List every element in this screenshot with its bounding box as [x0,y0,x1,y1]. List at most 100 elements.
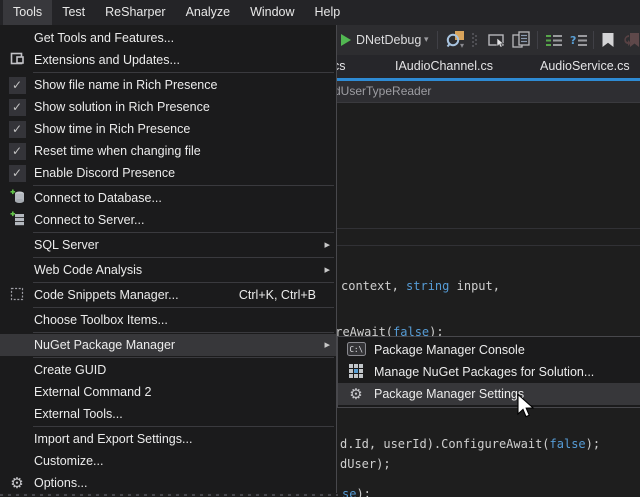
menu-item-show-time-in-rich-presence[interactable]: ✓Show time in Rich Presence [0,118,336,140]
editor[interactable]: context, string input,ureAwait(false);d.… [337,103,640,497]
submenu-arrow-icon: ▸ [324,259,330,281]
menu-item-label: NuGet Package Manager [34,338,175,352]
editor-divider-line [337,245,640,246]
menu-item-show-solution-in-rich-presence[interactable]: ✓Show solution in Rich Presence [0,96,336,118]
menu-item-connect-to-server[interactable]: Connect to Server... [0,209,336,231]
menu-item-customize[interactable]: Customize... [0,450,336,472]
submenu-arrow-icon: ▸ [324,234,330,256]
svg-text:?: ? [570,34,576,47]
tab-audioservice-cs[interactable]: AudioService.cs [540,55,630,78]
code-line-1: context, string input, [341,279,500,294]
visual-studio-window: ToolsTestReSharperAnalyzeWindowHelp DNet… [0,0,640,497]
submenu-item-manage-nuget-packages-for-solution[interactable]: Manage NuGet Packages for Solution... [338,361,640,383]
menu-item-choose-toolbox-items[interactable]: Choose Toolbox Items... [0,309,336,331]
menu-item-code-snippets-manager[interactable]: Code Snippets Manager...Ctrl+K, Ctrl+B [0,284,336,306]
menu-item-gutter: ⚙ [0,476,34,491]
copy-structure-icon[interactable] [512,31,531,54]
tab-cs[interactable]: cs [337,55,346,78]
comment-lines-icon[interactable] [545,34,563,52]
menu-item-gutter: ✓ [0,165,34,182]
menubar-item-help[interactable]: Help [305,0,351,25]
chevron-down-icon[interactable]: ▾ [424,25,429,55]
menu-item-label: Show time in Rich Presence [34,122,190,136]
menu-item-external-command-2[interactable]: External Command 2 [0,381,336,403]
code-line-3: d.Id, userId).ConfigureAwait(false); [340,437,600,452]
code-segment: input, [449,279,500,293]
menu-item-nuget-package-manager[interactable]: NuGet Package Manager ▸ [0,334,336,356]
code-line-5: se); [342,487,371,497]
menu-item-enable-discord-presence[interactable]: ✓Enable Discord Presence [0,162,336,184]
menu-item-label: External Command 2 [34,385,151,399]
menu-item-label: Options... [34,476,88,490]
menu-item-label: External Tools... [34,407,123,421]
debug-target-dropdown[interactable]: DNetDebug [356,25,421,55]
tools-menu: Get Tools and Features... Extensions and … [0,25,337,497]
gear-icon: ⚙ [10,476,23,491]
menu-item-gutter [0,189,34,208]
checkmark-icon: ✓ [9,143,26,160]
menubar-item-test[interactable]: Test [52,0,95,25]
menu-item-gutter: ✓ [0,143,34,160]
submenu-item-label: Package Manager Settings [374,387,524,401]
menu-item-web-code-analysis[interactable]: Web Code Analysis ▸ [0,259,336,281]
code-segment: ); [586,437,600,451]
start-debug-icon[interactable] [340,33,352,52]
menu-item-label: Customize... [34,454,103,468]
menubar-item-resharper[interactable]: ReSharper [95,0,175,25]
menu-item-label: Get Tools and Features... [34,31,174,45]
menubar-item-tools[interactable]: Tools [3,0,52,25]
submenu-item-package-manager-settings[interactable]: ⚙Package Manager Settings [338,383,640,405]
tab-bar: cs IAudioChannel.cs AudioService.cs [337,55,640,78]
menu-bar: ToolsTestReSharperAnalyzeWindowHelp [0,0,640,25]
tab-iaudiochannel-cs[interactable]: IAudioChannel.cs [395,55,493,78]
menu-item-label: Web Code Analysis [34,263,142,277]
nuget-package-manager-submenu: C:\Package Manager Console Manage NuGet P… [337,336,640,408]
console-icon: C:\ [347,342,366,359]
menu-item-external-tools[interactable]: External Tools... [0,403,336,425]
submenu-item-gutter: C:\ [338,342,374,359]
code-segment: se [342,487,356,497]
menu-item-reset-time-when-changing-file[interactable]: ✓Reset time when changing file [0,140,336,162]
toolbar-drag-handle[interactable] [471,32,478,53]
breadcrumb-type-name: dUserTypeReader [337,81,431,102]
bookmark-icon[interactable] [601,32,615,53]
toolbar-separator [437,31,438,49]
submenu-arrow-icon: ▸ [324,334,330,356]
menu-item-label: Connect to Server... [34,213,144,227]
database-add-icon [9,189,26,208]
menu-item-connect-to-database[interactable]: Connect to Database... [0,187,336,209]
menu-item-gutter [0,286,34,305]
menu-item-label: Code Snippets Manager... [34,288,179,302]
menu-item-label: Choose Toolbox Items... [34,313,168,327]
code-segment: context, [341,279,406,293]
menubar-item-window[interactable]: Window [240,0,304,25]
navigate-to-icon[interactable] [488,33,507,53]
menu-item-extensions-and-updates[interactable]: Extensions and Updates... [0,49,336,71]
menu-item-gutter [0,51,34,70]
menu-item-create-guid[interactable]: Create GUID [0,359,336,381]
menu-item-label: Connect to Database... [34,191,162,205]
menu-separator [33,257,334,258]
menu-item-show-file-name-in-rich-presence[interactable]: ✓Show file name in Rich Presence [0,74,336,96]
menu-separator [33,357,334,358]
menu-item-gutter: ✓ [0,99,34,116]
code-segment: false [550,437,586,451]
breadcrumb[interactable]: dUserTypeReader [337,81,640,103]
menu-item-sql-server[interactable]: SQL Server▸ [0,234,336,256]
checkmark-icon: ✓ [9,99,26,116]
find-options-chevron-icon[interactable]: ▾ [460,41,464,50]
code-segment: d.Id, userId).ConfigureAwait( [340,437,550,451]
submenu-item-package-manager-console[interactable]: C:\Package Manager Console [338,339,640,361]
mouse-cursor [517,394,535,425]
menu-item-get-tools-and-features[interactable]: Get Tools and Features... [0,27,336,49]
menu-item-import-and-export-settings[interactable]: Import and Export Settings... [0,428,336,450]
menu-item-options[interactable]: ⚙ Options... [0,472,336,494]
uncomment-lines-icon[interactable]: ? [570,33,589,52]
menu-item-gutter: ✓ [0,77,34,94]
submenu-item-label: Manage NuGet Packages for Solution... [374,365,594,379]
code-segment: dUser); [340,457,391,471]
toolbar-separator [537,31,538,49]
menubar-item-analyze[interactable]: Analyze [176,0,240,25]
submenu-item-gutter [338,363,374,382]
menu-separator [33,282,334,283]
